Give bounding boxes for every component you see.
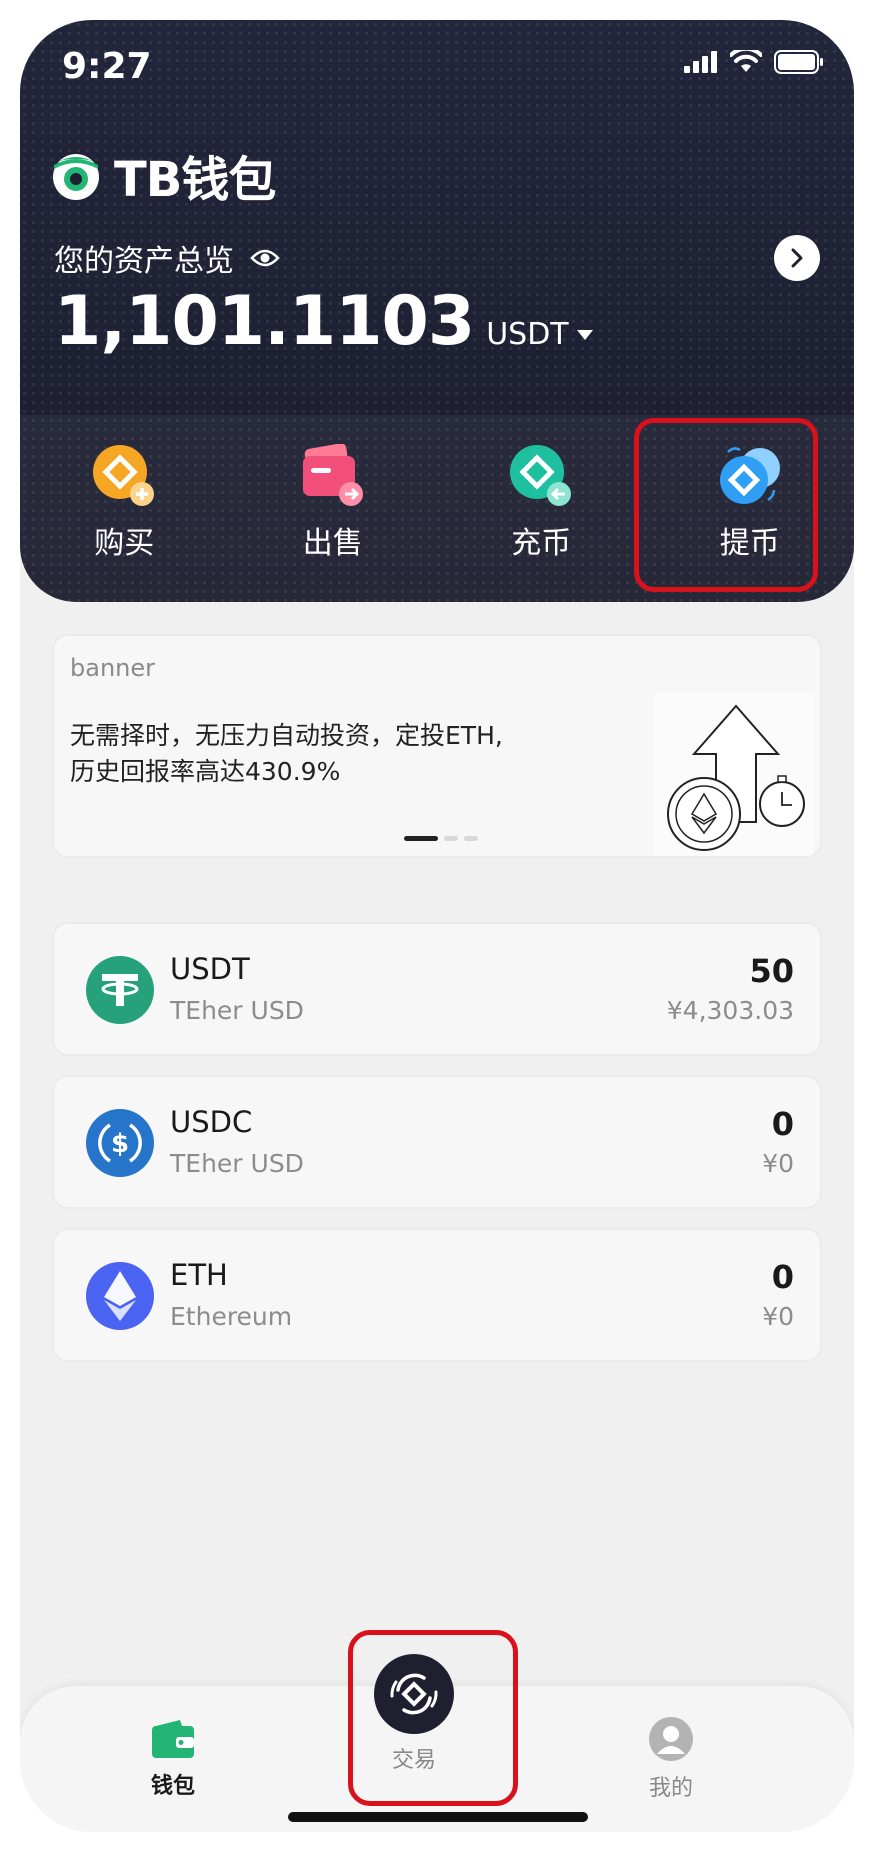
coin-name: Ethereum [170, 1302, 293, 1331]
tab-wallet[interactable]: 钱包 [150, 1718, 196, 1800]
coin-amount: 0 [771, 1258, 794, 1296]
sell-icon [302, 444, 363, 506]
balance-value: 1,101.1103 [54, 282, 475, 361]
tether-icon [86, 956, 154, 1024]
profile-icon [649, 1717, 693, 1761]
coin-symbol: USDC [170, 1105, 253, 1139]
coin-card-usdt[interactable]: USDT TEher USD 50 ¥4,303.03 [52, 922, 822, 1056]
promo-banner[interactable]: banner 无需择时，无压力自动投资，定投ETH, 历史回报率高达430.9% [52, 634, 822, 858]
banner-text: 无需择时，无压力自动投资，定投ETH, 历史回报率高达430.9% [70, 721, 503, 786]
status-icons [684, 50, 824, 74]
coin-amount: 0 [771, 1105, 794, 1143]
ethereum-icon [86, 1262, 154, 1330]
deposit-button[interactable]: 充币 [437, 444, 646, 584]
sell-button[interactable]: 出售 [229, 444, 438, 584]
caret-down-icon [576, 329, 593, 340]
svg-text:$: $ [111, 1129, 129, 1159]
banner-tag: banner [70, 654, 155, 682]
usdc-icon: $ [86, 1109, 154, 1177]
banner-pager [404, 836, 478, 841]
deposit-icon [510, 445, 572, 506]
coin-symbol: ETH [170, 1258, 228, 1292]
brand-name: TB钱包 [114, 152, 276, 208]
coin-fiat-value: ¥4,303.03 [666, 996, 794, 1025]
phone-screen: 9:27 TB钱包 您的资产总览 1,101.1103 USDT 购买 出售 充… [20, 20, 854, 1832]
coin-name: TEher USD [170, 1149, 304, 1178]
eye-icon[interactable] [250, 247, 280, 269]
coin-name: TEher USD [170, 996, 304, 1025]
withdraw-icon [719, 447, 780, 504]
pager-dot [404, 836, 438, 841]
brand-logo: TB钱包 [50, 140, 276, 210]
status-time: 9:27 [62, 46, 152, 87]
coin-fiat-value: ¥0 [762, 1302, 794, 1331]
banner-illustration [654, 692, 814, 856]
tab-trade[interactable]: 交易 [374, 1654, 454, 1774]
total-balance: 1,101.1103 USDT [54, 282, 593, 361]
currency-selector[interactable]: USDT [486, 317, 593, 352]
battery-icon [774, 50, 823, 74]
home-indicator [288, 1812, 588, 1822]
wifi-icon [730, 50, 762, 72]
coin-amount: 50 [749, 952, 794, 990]
quick-actions: 购买 出售 充币 提币 [20, 444, 854, 584]
buy-icon [93, 445, 155, 506]
asset-overview-label: 您的资产总览 [54, 236, 280, 280]
trade-button[interactable] [374, 1654, 454, 1734]
tb-logo-icon [53, 154, 99, 200]
pager-dot [444, 836, 458, 841]
tab-me[interactable]: 我的 [648, 1716, 694, 1802]
coin-symbol: USDT [170, 952, 250, 986]
signal-icon [684, 51, 717, 73]
coin-card-eth[interactable]: ETH Ethereum 0 ¥0 [52, 1228, 822, 1362]
buy-button[interactable]: 购买 [20, 444, 229, 584]
withdraw-button[interactable]: 提币 [646, 444, 855, 584]
trade-icon [390, 1673, 438, 1715]
overview-detail-button[interactable] [774, 235, 820, 281]
wallet-header: 9:27 TB钱包 您的资产总览 1,101.1103 USDT 购买 出售 充… [20, 20, 854, 602]
wallet-icon [152, 1720, 194, 1758]
coin-fiat-value: ¥0 [762, 1149, 794, 1178]
pager-dot [464, 836, 478, 841]
chevron-right-icon [791, 248, 803, 268]
ethereum-growth-illustration [667, 704, 805, 851]
coin-card-usdc[interactable]: $ USDC TEher USD 0 ¥0 [52, 1075, 822, 1209]
